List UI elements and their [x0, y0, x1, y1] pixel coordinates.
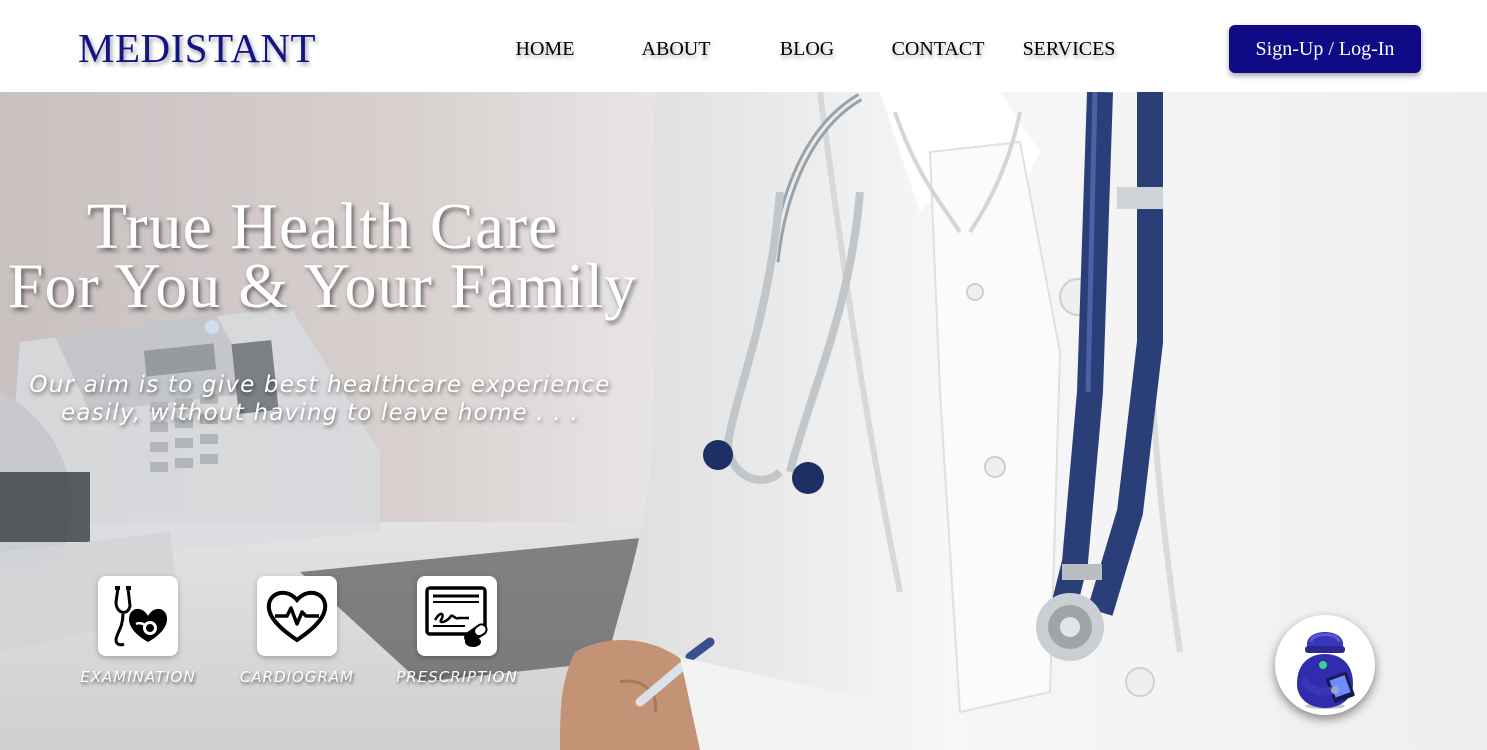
chatbot-button[interactable] — [1275, 615, 1375, 715]
prescription-card[interactable] — [417, 576, 497, 656]
feature-cardiogram-label: CARDIOGRAM — [239, 668, 355, 686]
site-logo[interactable]: MEDISTANT — [78, 24, 316, 72]
nav-services[interactable]: SERVICES — [1014, 36, 1124, 62]
examination-card[interactable] — [98, 576, 178, 656]
nav-blog[interactable]: BLOG — [770, 36, 844, 62]
feature-cardiogram[interactable]: CARDIOGRAM — [227, 576, 367, 696]
feature-prescription-label: PRESCRIPTION — [396, 668, 518, 686]
hero-subtitle-line-2: easily, without having to leave home . .… — [61, 400, 579, 426]
feature-prescription[interactable]: PRESCRIPTION — [387, 576, 527, 696]
signup-login-button[interactable]: Sign-Up / Log-In — [1229, 25, 1421, 73]
hero-subtitle-line-1: Our aim is to give best healthcare exper… — [29, 372, 611, 398]
heartbeat-icon — [266, 590, 328, 643]
feature-examination[interactable]: EXAMINATION — [68, 576, 208, 696]
feature-examination-label: EXAMINATION — [80, 668, 196, 686]
prescription-icon — [425, 586, 488, 647]
hero-title-line-2: For You & Your Family — [7, 250, 638, 321]
nav-home[interactable]: HOME — [505, 36, 585, 62]
nav-about[interactable]: ABOUT — [630, 36, 722, 62]
site-header: MEDISTANT HOME ABOUT BLOG CONTACT SERVIC… — [0, 0, 1487, 92]
robot-assistant-icon — [1297, 632, 1355, 709]
cardiogram-card[interactable] — [257, 576, 337, 656]
stethoscope-heart-icon — [114, 586, 168, 647]
hero-section: True Health Care For You & Your Family O… — [0, 92, 1487, 750]
nav-contact[interactable]: CONTACT — [883, 36, 993, 62]
